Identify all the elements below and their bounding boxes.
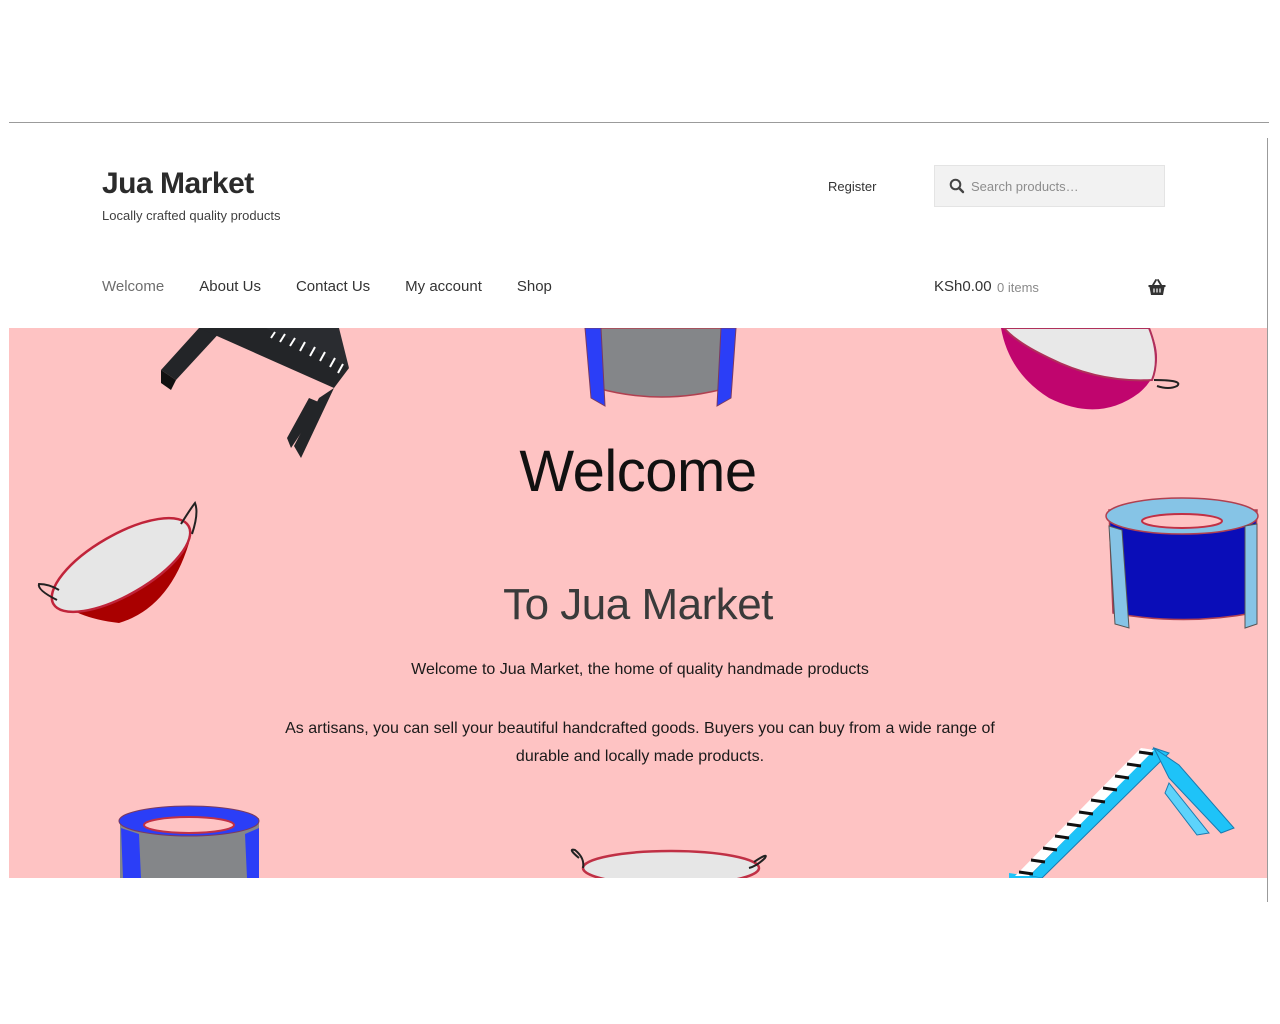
bowl-illustration-magenta bbox=[1001, 328, 1180, 410]
search-icon bbox=[949, 178, 965, 194]
bench-illustration-light-blue bbox=[1009, 746, 1235, 878]
search-input[interactable] bbox=[971, 166, 1157, 206]
primary-nav: Welcome About Us Contact Us My account S… bbox=[102, 278, 587, 295]
nav-item-welcome[interactable]: Welcome bbox=[102, 278, 164, 295]
hero-title: Welcome bbox=[519, 439, 757, 504]
hero-banner: Welcome To Jua Market Welcome to Jua Mar… bbox=[9, 328, 1267, 878]
bucket-illustration-grey bbox=[584, 328, 737, 407]
basket-icon[interactable] bbox=[1148, 279, 1166, 296]
cart-count: 0 items bbox=[997, 280, 1039, 295]
cart-amount: KSh0.00 bbox=[934, 278, 992, 295]
page: Jua Market Locally crafted quality produ… bbox=[9, 123, 1267, 878]
nav-item-shop[interactable]: Shop bbox=[517, 278, 552, 295]
hero-intro-text: Welcome to Jua Market, the home of quali… bbox=[411, 661, 869, 678]
register-link[interactable]: Register bbox=[828, 179, 876, 194]
hero-subtitle: To Jua Market bbox=[503, 580, 773, 629]
site-title[interactable]: Jua Market bbox=[102, 167, 254, 201]
cart-widget[interactable]: KSh0.00 0 items bbox=[934, 278, 1166, 300]
nav-item-about-us[interactable]: About Us bbox=[199, 278, 261, 295]
nav-item-contact-us[interactable]: Contact Us bbox=[296, 278, 370, 295]
site-tagline: Locally crafted quality products bbox=[102, 208, 281, 223]
frame-right-border bbox=[1267, 138, 1268, 902]
search-box bbox=[934, 165, 1165, 207]
bucket-illustration-grey-bottom bbox=[118, 805, 260, 878]
bowl-illustration-white bbox=[570, 848, 767, 878]
nav-item-my-account[interactable]: My account bbox=[405, 278, 482, 295]
hero-description-text: As artisans, you can sell your beautiful… bbox=[285, 720, 995, 765]
